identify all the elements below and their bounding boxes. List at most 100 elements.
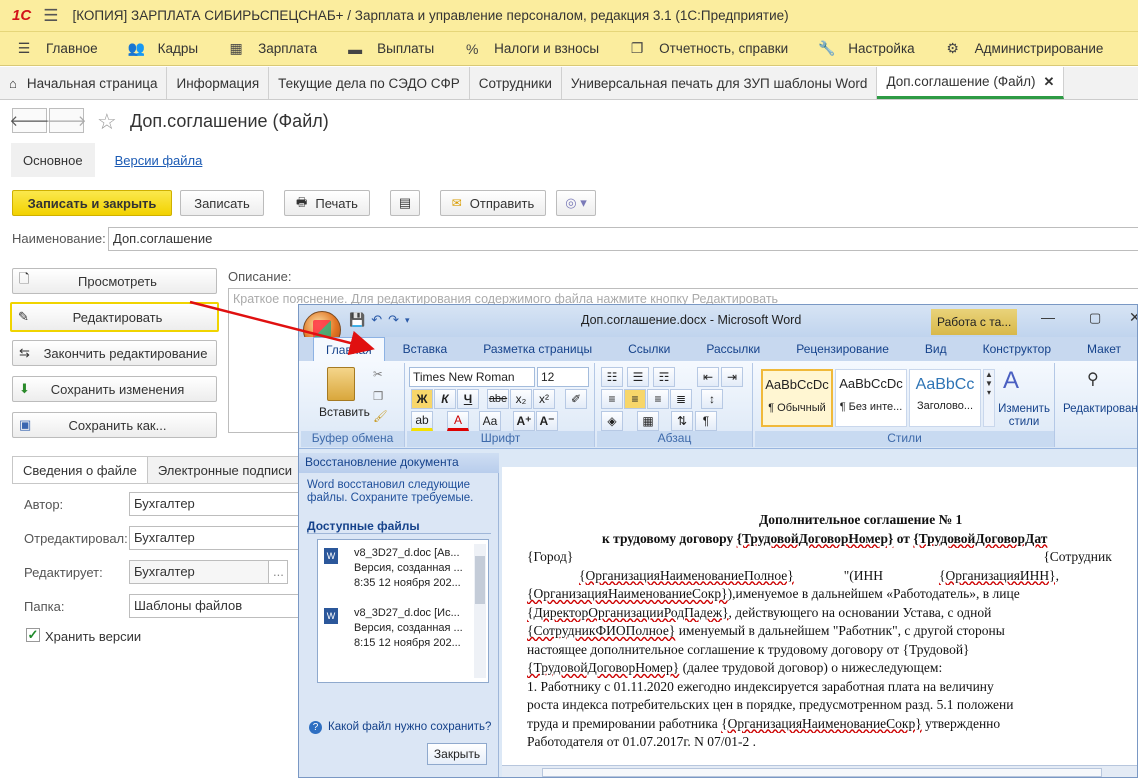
list-scrollbar[interactable] — [474, 544, 486, 678]
tab-sedo[interactable]: Текущие дела по СЭДО СФР — [269, 67, 470, 99]
tab-home[interactable]: ⌂ Начальная страница — [0, 67, 168, 99]
tab-info[interactable]: Информация — [167, 67, 270, 99]
justify-icon[interactable]: ≣ — [670, 389, 692, 409]
ribbon-tab-table-layout[interactable]: Макет — [1069, 337, 1137, 361]
shrink-font-icon[interactable]: A⁻ — [536, 411, 558, 431]
grow-font-icon[interactable]: A⁺ — [513, 411, 535, 431]
horizontal-scrollbar[interactable] — [502, 765, 1137, 777]
keep-versions-checkbox[interactable]: ✓ — [26, 628, 40, 642]
save-changes-button[interactable]: ⬇ Сохранить изменения — [12, 376, 217, 402]
ribbon-tab-home[interactable]: Главная — [312, 337, 385, 361]
maximize-icon[interactable]: ▢ — [1089, 310, 1101, 326]
list-item[interactable]: W v8_3D27_d.doc [Ав... Версия, созданная… — [324, 546, 474, 591]
back-button[interactable]: 🡐 — [9, 108, 50, 133]
help-link[interactable]: ? Какой файл нужно сохранить? — [309, 721, 491, 734]
name-input[interactable]: Доп.соглашение — [108, 227, 1138, 251]
hamburger-menu-icon[interactable]: ☰ — [43, 6, 58, 26]
binoculars-icon[interactable]: ⚲ — [1087, 369, 1099, 389]
tab-employees[interactable]: Сотрудники — [470, 67, 562, 99]
save-and-close-button[interactable]: Записать и закрыть — [12, 190, 172, 216]
cut-icon[interactable]: ✂ — [373, 367, 383, 381]
print-button[interactable]: 🖶 Печать — [284, 190, 370, 216]
increase-indent-icon[interactable]: ⇥ — [721, 367, 743, 387]
save-button[interactable]: Записать — [180, 190, 264, 216]
menu-item-payments[interactable]: ▬ Выплаты — [331, 32, 448, 66]
qat-dropdown-icon[interactable]: ▾ — [405, 315, 410, 326]
superscript-button[interactable]: x² — [533, 389, 555, 409]
subscript-button[interactable]: x₂ — [510, 389, 532, 409]
ribbon-tab-layout[interactable]: Разметка страницы — [465, 337, 610, 361]
font-color-button[interactable]: A — [447, 411, 469, 431]
menu-item-hr[interactable]: 👥 Кадры — [112, 32, 212, 66]
recovered-files-list[interactable]: W v8_3D27_d.doc [Ав... Версия, созданная… — [317, 539, 489, 683]
sort-icon[interactable]: ⇅ — [671, 411, 693, 431]
shading-icon[interactable]: ◈ — [601, 411, 623, 431]
borders-icon[interactable]: ▦ — [637, 411, 659, 431]
menu-item-admin[interactable]: ⚙ Администрирование — [929, 32, 1118, 66]
style-normal[interactable]: AaBbCcDc ¶ Обычный — [761, 369, 833, 427]
save-icon[interactable]: 💾 — [349, 312, 365, 328]
ribbon-tab-design[interactable]: Конструктор — [965, 337, 1069, 361]
editing-button[interactable]: Редактирование — [1063, 403, 1137, 415]
styles-scroll-icon[interactable]: ▲ ▼ ▾ — [983, 369, 995, 427]
editing-select-button[interactable]: ... — [268, 560, 288, 584]
style-heading[interactable]: AaBbCc Заголово... — [909, 369, 981, 427]
style-no-spacing[interactable]: AaBbCcDc ¶ Без инте... — [835, 369, 907, 427]
italic-button[interactable]: К — [434, 389, 456, 409]
tab-universal-print[interactable]: Универсальная печать для ЗУП шаблоны Wor… — [562, 67, 878, 99]
folder-field[interactable]: Шаблоны файлов — [129, 594, 309, 618]
align-center-icon[interactable]: ≡ — [624, 389, 646, 409]
menu-item-taxes[interactable]: % Налоги и взносы — [448, 32, 613, 66]
align-right-icon[interactable]: ≡ — [647, 389, 669, 409]
edit-button[interactable]: ✎ Редактировать — [10, 302, 219, 332]
view-button[interactable]: 🗋 Просмотреть — [12, 268, 217, 294]
save-as-button[interactable]: ▣ Сохранить как... — [12, 412, 217, 438]
forward-button[interactable]: 🡒 — [46, 108, 87, 133]
numbering-icon[interactable]: ☰ — [627, 367, 649, 387]
ribbon-tab-mailings[interactable]: Рассылки — [688, 337, 778, 361]
change-case-button[interactable]: Aa — [479, 411, 501, 431]
close-window-icon[interactable]: ✕ — [1129, 309, 1137, 326]
finish-editing-button[interactable]: ⇆ Закончить редактирование — [12, 340, 217, 366]
minimize-icon[interactable]: — — [1041, 309, 1055, 325]
menu-item-salary[interactable]: ▦ Зарплата — [212, 32, 331, 66]
copy-icon[interactable]: ❐ — [373, 389, 383, 403]
ribbon-tab-review[interactable]: Рецензирование — [778, 337, 907, 361]
tab-file-info[interactable]: Сведения о файле — [12, 456, 148, 484]
font-name-select[interactable]: Times New Roman — [409, 367, 535, 387]
ribbon-tab-insert[interactable]: Вставка — [385, 337, 466, 361]
close-tab-icon[interactable]: ✕ — [1044, 74, 1055, 90]
paste-icon[interactable] — [327, 367, 355, 401]
document-page[interactable]: Дополнительное соглашение № 1 к трудовом… — [502, 453, 1137, 777]
paste-button[interactable]: Вставить — [319, 405, 370, 419]
underline-button[interactable]: Ч — [457, 389, 479, 409]
redo-icon[interactable]: ↷ — [388, 312, 399, 328]
more-actions-button[interactable]: ◎ ▾ — [556, 190, 596, 216]
tab-signatures[interactable]: Электронные подписи — [146, 456, 304, 484]
send-button[interactable]: ✉ Отправить — [440, 190, 546, 216]
list-item[interactable]: W v8_3D27_d.doc [Ис... Версия, созданная… — [324, 606, 474, 651]
highlight-icon[interactable]: ab — [411, 411, 433, 431]
line-spacing-icon[interactable]: ↕ — [701, 389, 723, 409]
bold-button[interactable]: Ж — [411, 389, 433, 409]
document-button[interactable]: ▤ — [390, 190, 420, 216]
decrease-indent-icon[interactable]: ⇤ — [697, 367, 719, 387]
strikethrough-button[interactable]: abe — [487, 389, 509, 409]
format-painter-icon[interactable]: 🖌 — [373, 409, 388, 423]
change-styles-icon[interactable]: A — [1003, 367, 1019, 395]
align-left-icon[interactable]: ≡ — [601, 389, 623, 409]
subtab-versions[interactable]: Версии файла — [103, 143, 215, 177]
menu-item-reports[interactable]: ❐ Отчетность, справки — [613, 32, 802, 66]
tab-agreement-file[interactable]: Доп.соглашение (Файл) ✕ — [877, 67, 1065, 99]
bullets-icon[interactable]: ☷ — [601, 367, 623, 387]
recovery-close-button[interactable]: Закрыть — [427, 743, 487, 765]
favorite-star-icon[interactable]: ☆ — [97, 109, 117, 135]
undo-icon[interactable]: ↶ — [371, 312, 382, 328]
multilevel-icon[interactable]: ☶ — [653, 367, 675, 387]
menu-item-settings[interactable]: 🔧 Настройка — [802, 32, 928, 66]
clear-format-icon[interactable]: ✐ — [565, 389, 587, 409]
font-size-select[interactable]: 12 — [537, 367, 589, 387]
change-styles-button[interactable]: Изменить стили — [997, 403, 1051, 429]
pilcrow-icon[interactable]: ¶ — [695, 411, 717, 431]
ribbon-tab-references[interactable]: Ссылки — [610, 337, 688, 361]
